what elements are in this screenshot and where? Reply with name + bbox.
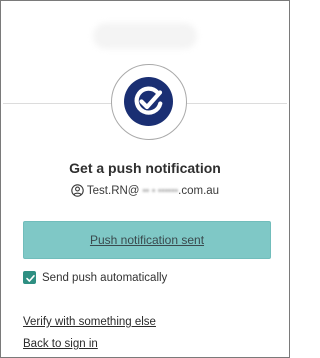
- send-push-checkbox[interactable]: [23, 271, 36, 284]
- user-circle-icon: [71, 184, 84, 200]
- verify-other-link[interactable]: Verify with something else: [23, 316, 156, 328]
- account-prefix: Test.RN@: [86, 185, 140, 197]
- auth-card: Get a push notification Test.RN@ ▪▪ ▪ ▪▪…: [0, 0, 290, 358]
- account-domain: .com.au: [178, 185, 220, 197]
- back-to-sign-in-link[interactable]: Back to sign in: [23, 338, 98, 350]
- okta-verify-check-icon: [124, 77, 173, 126]
- redacted-email: ▪▪ ▪ ▪▪▪▪▪▪: [142, 186, 179, 195]
- send-push-option[interactable]: Send push automatically: [23, 271, 167, 284]
- send-push-label: Send push automatically: [42, 271, 168, 284]
- push-notification-button[interactable]: Push notification sent: [23, 221, 271, 259]
- push-button-label: Push notification sent: [89, 233, 205, 247]
- blurred-logo: [93, 23, 197, 49]
- authenticator-badge: [111, 64, 187, 140]
- page-title: Get a push notification: [69, 160, 221, 176]
- account-identifier: Test.RN@ ▪▪ ▪ ▪▪▪▪▪▪.com.au: [1, 184, 289, 200]
